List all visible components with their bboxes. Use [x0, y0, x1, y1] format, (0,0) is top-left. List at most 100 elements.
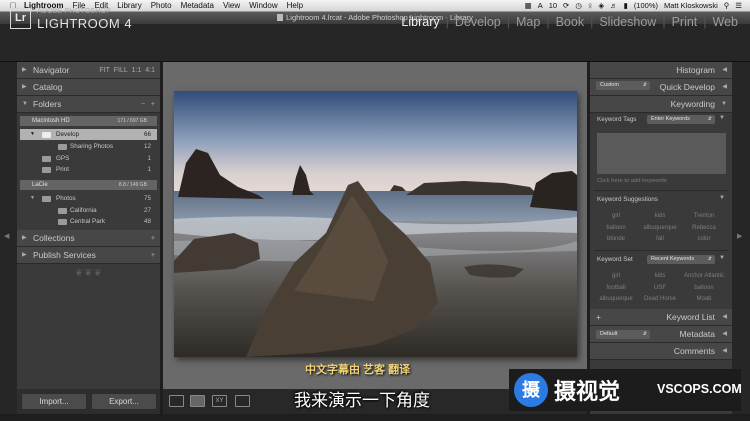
navigator-header[interactable]: ▶ Navigator FIT FILL 1:1 4:1 [17, 62, 160, 79]
compare-view-icon[interactable]: XY [212, 395, 227, 407]
volume-macintosh-hd[interactable]: Macintosh HD 171 / 697 GB [20, 116, 157, 126]
folder-icon [42, 167, 51, 173]
module-web[interactable]: Web [707, 15, 744, 29]
loupe-view-icon[interactable] [190, 395, 205, 407]
folder-develop[interactable]: ▼ Develop 66 [20, 129, 157, 140]
keyword-set-item[interactable]: balloon [682, 285, 726, 291]
folder-sharing-photos[interactable]: Sharing Photos 12 [20, 141, 157, 152]
keyword-set-item[interactable]: girl [594, 273, 638, 279]
stepper-icon: ⇵ [707, 116, 712, 122]
keyword-set-item[interactable]: Anchor Atlantic [682, 273, 726, 279]
keyword-tags-menu-icon[interactable]: ▼ [719, 115, 746, 121]
menu-view[interactable]: View [223, 1, 240, 10]
keyword-set-menu-icon[interactable]: ▼ [719, 255, 725, 261]
folder-california[interactable]: California 27 [20, 205, 157, 216]
export-button[interactable]: Export... [91, 393, 157, 410]
spotlight-icon[interactable]: ⚲ [724, 1, 730, 10]
keyword-suggestion[interactable]: kids [638, 213, 682, 219]
main-photo[interactable] [174, 91, 577, 357]
collections-header[interactable]: ▶ Collections + [17, 230, 160, 247]
folder-icon [58, 208, 67, 214]
keyword-suggestion[interactable]: albuquerque [638, 225, 682, 231]
mac-menubar:  Lightroom File Edit Library Photo Meta… [0, 0, 750, 12]
keyword-suggestion[interactable]: Trenton [682, 213, 726, 219]
histogram-header[interactable]: Histogram ◀ [590, 62, 732, 79]
navigator-zoom-options[interactable]: FIT FILL 1:1 4:1 [99, 62, 155, 79]
clock-icon[interactable]: ◷ [575, 1, 582, 10]
keyword-suggestion[interactable]: girl [594, 213, 638, 219]
keyword-list-header[interactable]: + Keyword List ◀ [590, 309, 732, 326]
grid-view-icon[interactable] [169, 395, 184, 407]
add-collection-icon[interactable]: + [151, 230, 155, 247]
keyword-set-item[interactable]: albuquerque [594, 296, 638, 302]
menu-photo[interactable]: Photo [151, 1, 172, 10]
keyword-set-item[interactable]: Moab [682, 296, 726, 302]
menu-help[interactable]: Help [287, 1, 303, 10]
display-icon[interactable]: ▦ [525, 1, 532, 10]
keyword-entry-box[interactable] [597, 133, 726, 174]
adobe-icon[interactable]: A [538, 1, 543, 10]
module-book[interactable]: Book [550, 15, 591, 29]
module-library[interactable]: Library [395, 15, 445, 29]
module-picker: Library | Develop | Map | Book | Slideshow | … [395, 15, 744, 29]
wifi-icon[interactable]: ◈ [598, 1, 604, 10]
comments-header[interactable]: Comments ◀ [590, 343, 732, 360]
collapse-triangle-icon: ◀ [722, 348, 727, 354]
module-develop[interactable]: Develop [449, 15, 507, 29]
left-panel-toggle-icon[interactable]: ◀ [4, 232, 9, 240]
folders-header[interactable]: ▼ Folders − + [17, 96, 160, 113]
keywording-header[interactable]: Keywording ▼ [590, 96, 732, 113]
quick-develop-preset-select[interactable]: Custom ⇵ [596, 81, 650, 90]
keyword-set-item[interactable]: USF [638, 285, 682, 291]
keyword-suggestion[interactable]: balloon [594, 225, 638, 231]
keyword-suggestions-menu-icon[interactable]: ▼ [719, 195, 725, 201]
keyword-suggestion[interactable]: blonde [594, 236, 638, 242]
keyword-suggestion[interactable]: color [682, 236, 726, 242]
battery-icon[interactable]: ▮ [624, 1, 628, 10]
keyword-set-item[interactable]: football [594, 285, 638, 291]
keyword-suggestion[interactable]: Rebecca [682, 225, 726, 231]
status-count[interactable]: 10 [549, 1, 557, 10]
keyword-suggestion[interactable]: fall [638, 236, 682, 242]
bluetooth-icon[interactable]: ᛟ [588, 1, 593, 10]
user-name[interactable]: Matt Kloskowski [664, 1, 718, 10]
list-icon[interactable]: ☰ [735, 1, 742, 10]
keyword-set-item[interactable]: kids [638, 273, 682, 279]
add-keyword-icon[interactable]: + [596, 309, 601, 326]
import-button[interactable]: Import... [21, 393, 87, 410]
catalog-header[interactable]: ▶ Catalog [17, 79, 160, 96]
folder-photos[interactable]: ▼ Photos 75 [20, 193, 157, 204]
survey-view-icon[interactable] [235, 395, 250, 407]
collapse-triangle-icon: ▶ [22, 84, 27, 90]
keyword-set-select[interactable]: Recent Keywords ⇵ [647, 255, 715, 264]
document-icon [277, 14, 284, 21]
module-map[interactable]: Map [510, 15, 546, 29]
keyword-set-item[interactable]: Dead Horse [638, 296, 682, 302]
collapse-triangle-icon: ◀ [722, 67, 727, 73]
volume-icon[interactable]: ♬ [610, 1, 618, 10]
menu-window[interactable]: Window [249, 1, 277, 10]
folder-icon [42, 196, 51, 202]
brand-line1: ADOBE PHOTOSHOP [37, 8, 112, 15]
sync-icon[interactable]: ⟳ [563, 1, 569, 10]
publish-services-header[interactable]: ▶ Publish Services + [17, 247, 160, 264]
menu-library[interactable]: Library [117, 1, 141, 10]
collapse-triangle-icon: ▶ [22, 235, 27, 241]
add-keywords-hint[interactable]: Click here to add keywords [597, 178, 667, 184]
folder-central-park[interactable]: Central Park 48 [20, 216, 157, 227]
metadata-preset-select[interactable]: Default ⇵ [596, 330, 650, 339]
menu-metadata[interactable]: Metadata [181, 1, 214, 10]
right-panel-toggle-icon[interactable]: ▶ [737, 232, 742, 240]
folder-gps[interactable]: GPS 1 [20, 153, 157, 164]
keyword-tags-mode-select[interactable]: Enter Keywords ⇵ [647, 115, 715, 124]
add-folder-icon[interactable]: + [151, 101, 155, 108]
volume-lacie[interactable]: LaCie 8.8 / 149 GB [20, 180, 157, 190]
module-slideshow[interactable]: Slideshow [593, 15, 662, 29]
expand-triangle-icon: ▼ [30, 195, 35, 201]
module-print[interactable]: Print [666, 15, 704, 29]
remove-folder-icon[interactable]: − [141, 101, 145, 108]
menubar-status: ▦ A 10 ⟳ ◷ ᛟ ◈ ♬ ▮ (100%) Matt Kloskowsk… [525, 1, 742, 10]
add-publish-service-icon[interactable]: + [151, 247, 155, 264]
collapse-triangle-icon: ◀ [722, 84, 727, 90]
folder-print[interactable]: Print 1 [20, 164, 157, 175]
